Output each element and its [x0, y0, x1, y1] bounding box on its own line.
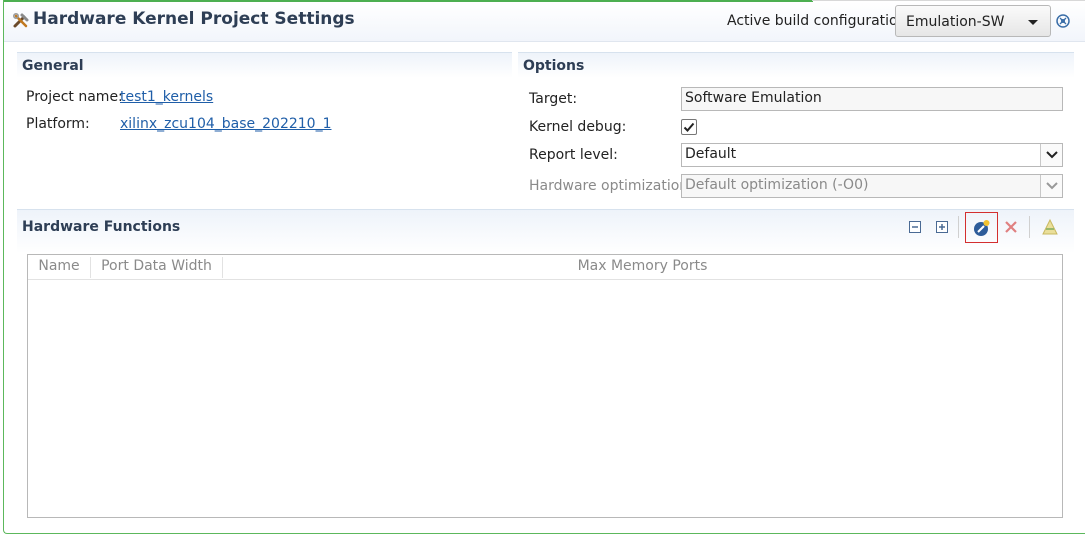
- hw-optimization-value: Default optimization (-O0): [685, 177, 869, 193]
- add-hardware-function-button[interactable]: [965, 212, 998, 243]
- target-value: Software Emulation: [685, 90, 822, 106]
- kernel-debug-checkbox[interactable]: [681, 119, 697, 135]
- general-heading: General: [17, 52, 512, 78]
- toolbar-separator: [958, 216, 959, 238]
- target-label: Target:: [529, 91, 578, 107]
- active-build-config-value: Emulation-SW: [906, 14, 1005, 30]
- report-level-value: Default: [685, 146, 737, 162]
- report-level-label: Report level:: [529, 147, 618, 163]
- column-header-max-memory-ports[interactable]: Max Memory Ports: [223, 255, 1062, 280]
- hw-optimization-label: Hardware optimization:: [529, 178, 693, 194]
- table-header: Name Port Data Width Max Memory Ports: [28, 255, 1062, 280]
- chevron-down-icon: [1040, 144, 1062, 166]
- page-title: Hardware Kernel Project Settings: [33, 9, 355, 29]
- settings-header: Hardware Kernel Project Settings Active …: [4, 2, 1085, 42]
- hardware-functions-table[interactable]: Name Port Data Width Max Memory Ports: [27, 254, 1063, 518]
- expand-all-icon[interactable]: [933, 218, 951, 236]
- hw-optimization-select: Default optimization (-O0): [681, 174, 1063, 198]
- collapse-all-icon[interactable]: [906, 218, 924, 236]
- toolbar-separator: [1029, 216, 1030, 238]
- checkmark-icon: [683, 122, 695, 132]
- manage-configurations-icon[interactable]: [1055, 13, 1071, 29]
- project-name-link[interactable]: test1_kernels: [120, 89, 213, 105]
- column-header-name[interactable]: Name: [28, 255, 90, 280]
- active-build-config-label: Active build configuration:: [727, 13, 912, 29]
- target-field[interactable]: Software Emulation: [681, 87, 1063, 111]
- chevron-down-icon: [1040, 175, 1062, 197]
- platform-link[interactable]: xilinx_zcu104_base_202210_1: [120, 116, 331, 132]
- kernel-debug-label: Kernel debug:: [529, 119, 627, 135]
- active-build-config-select[interactable]: Emulation-SW: [895, 5, 1051, 37]
- platform-label: Platform:: [26, 116, 90, 132]
- chevron-down-icon: [1028, 20, 1038, 25]
- add-function-icon: [973, 219, 989, 236]
- project-name-label: Project name:: [26, 89, 123, 105]
- remove-icon[interactable]: [1002, 218, 1020, 236]
- options-heading: Options: [518, 52, 1074, 78]
- report-level-select[interactable]: Default: [681, 143, 1063, 167]
- column-header-port-data-width[interactable]: Port Data Width: [91, 255, 222, 280]
- kernel-wizard-icon[interactable]: [1041, 218, 1059, 236]
- tools-icon: [12, 12, 30, 30]
